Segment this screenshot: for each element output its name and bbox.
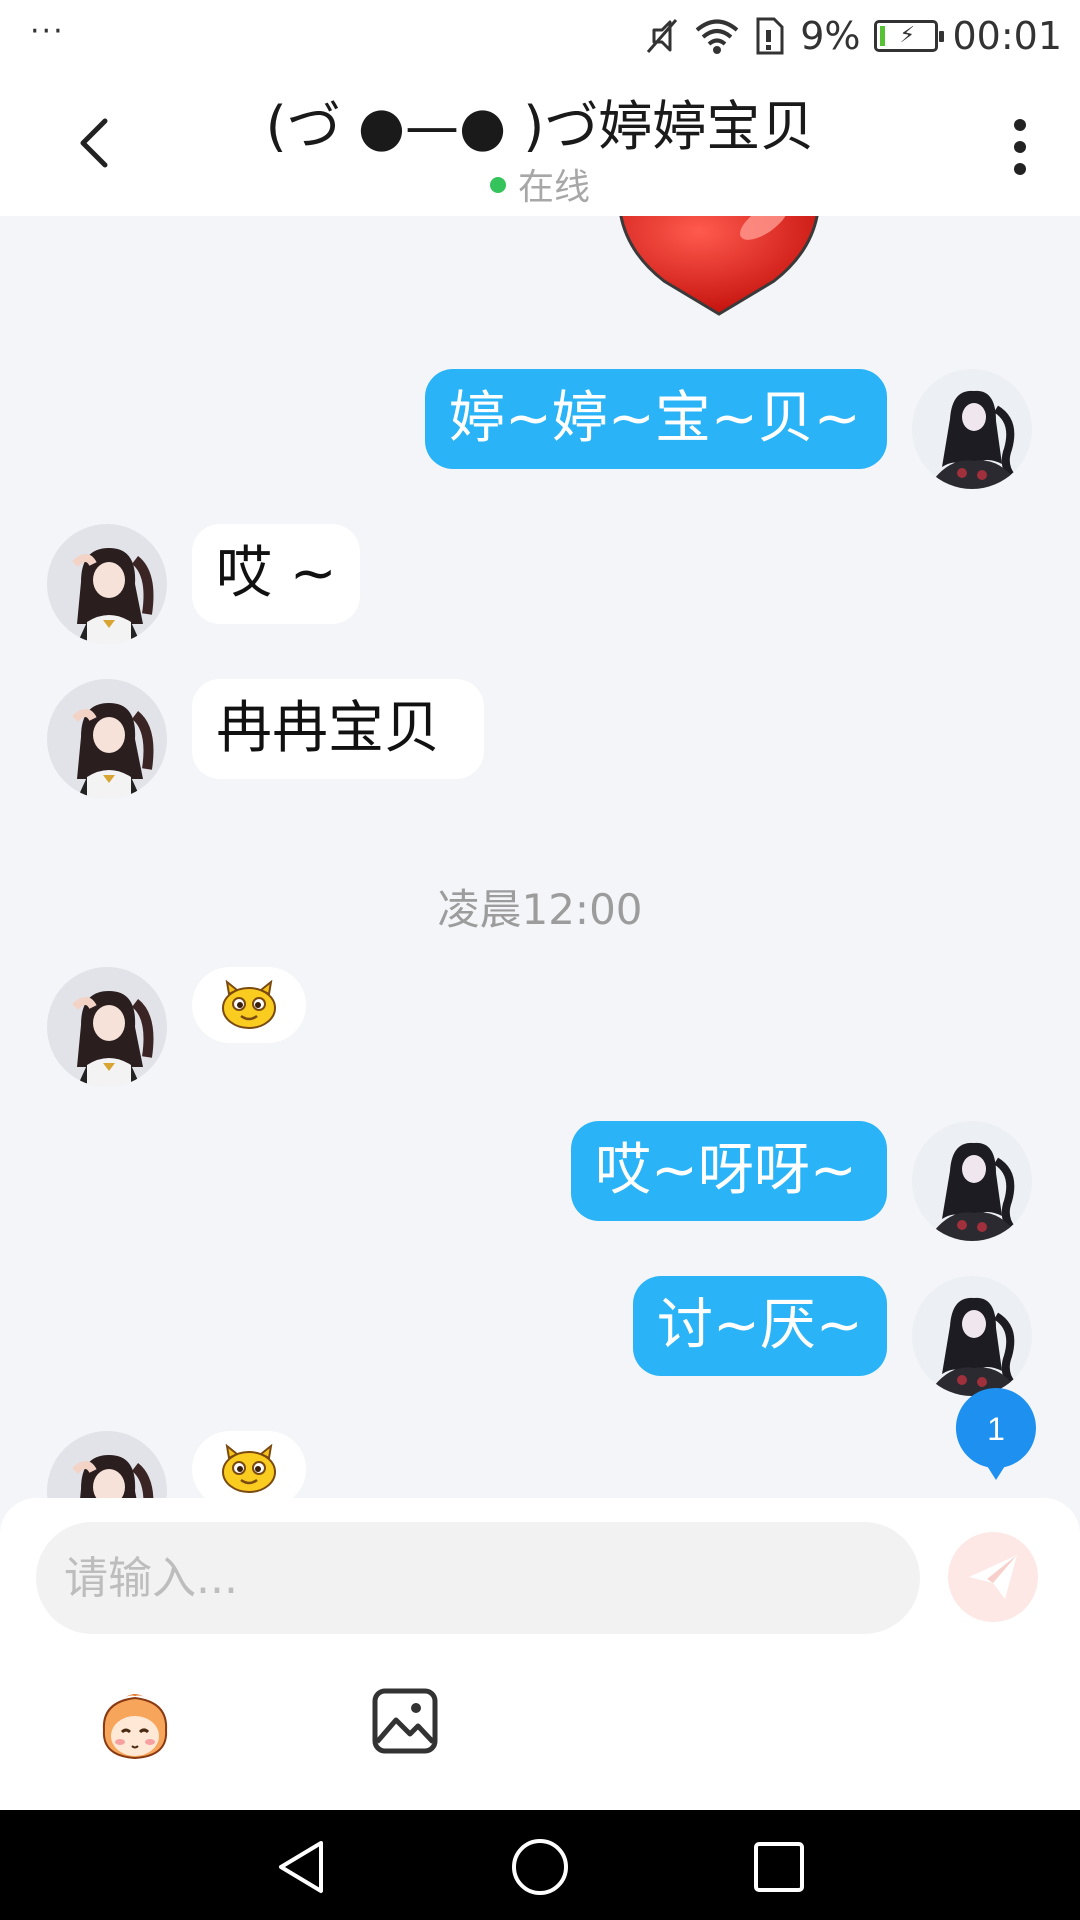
nav-back-icon bbox=[279, 1841, 323, 1893]
send-button[interactable] bbox=[948, 1532, 1038, 1622]
status-time: 00:01 bbox=[952, 14, 1062, 58]
heart-sticker bbox=[619, 216, 819, 316]
contact-avatar[interactable] bbox=[47, 524, 167, 644]
dark-girl-avatar-icon bbox=[934, 390, 1016, 489]
online-status-label: 在线 bbox=[517, 167, 590, 208]
yellow-face-emoji-icon bbox=[222, 1444, 276, 1493]
message-list[interactable]: 婷~婷~宝~贝~ 哎 ~ 冉冉宝贝 凌晨12:00 哎~呀呀~ 讨~厌~ 1 bbox=[0, 216, 1080, 1498]
message-bubble-incoming[interactable]: 哎 ~ bbox=[192, 524, 360, 624]
nav-home-button[interactable] bbox=[505, 1832, 575, 1902]
anime-girl-avatar-icon bbox=[72, 548, 154, 644]
battery-percent: 9% bbox=[800, 14, 861, 58]
anime-girl-avatar-icon bbox=[72, 991, 154, 1087]
emoji-face-icon bbox=[102, 1694, 168, 1760]
unread-badge[interactable]: 1 bbox=[954, 1386, 1038, 1482]
anime-girl-avatar-icon bbox=[72, 1455, 154, 1498]
my-avatar[interactable] bbox=[912, 369, 1032, 489]
nav-recents-icon bbox=[754, 1842, 804, 1892]
nav-home-icon bbox=[512, 1839, 568, 1895]
anime-girl-avatar-icon bbox=[72, 703, 154, 799]
status-bar: ··· 9% ⚡ 00:01 bbox=[0, 0, 1080, 72]
sim-icon bbox=[754, 16, 786, 56]
nav-back-button[interactable] bbox=[266, 1832, 336, 1902]
online-status: 在线 bbox=[0, 158, 1080, 210]
message-bubble-outgoing[interactable]: 婷~婷~宝~贝~ bbox=[425, 369, 887, 469]
status-icons: 9% ⚡ 00:01 bbox=[644, 10, 1062, 62]
contact-avatar[interactable] bbox=[47, 679, 167, 799]
dark-girl-avatar-icon bbox=[934, 1297, 1016, 1396]
mute-icon bbox=[644, 16, 680, 56]
my-avatar[interactable] bbox=[912, 1121, 1032, 1241]
message-bubble-emoji[interactable] bbox=[192, 967, 306, 1043]
emoji-button[interactable] bbox=[92, 1684, 178, 1770]
message-bubble-outgoing[interactable]: 讨~厌~ bbox=[633, 1276, 887, 1376]
notification-dots: ··· bbox=[30, 14, 65, 49]
message-composer bbox=[0, 1498, 1080, 1810]
chat-header: (づ ●—● )づ婷婷宝贝 在线 bbox=[0, 72, 1080, 216]
message-input[interactable] bbox=[36, 1522, 920, 1634]
send-icon bbox=[969, 1555, 1017, 1599]
contact-avatar[interactable] bbox=[47, 967, 167, 1087]
more-vertical-icon bbox=[1014, 119, 1026, 175]
message-bubble-incoming[interactable]: 冉冉宝贝 bbox=[192, 679, 484, 779]
contact-avatar[interactable] bbox=[47, 1431, 167, 1498]
page-title: (づ ●—● )づ婷婷宝贝 bbox=[265, 95, 815, 158]
more-options-button[interactable] bbox=[990, 112, 1050, 182]
online-dot bbox=[489, 177, 506, 193]
dark-girl-avatar-icon bbox=[934, 1142, 1016, 1241]
battery-charging-icon: ⚡ bbox=[874, 20, 945, 52]
message-timestamp: 凌晨12:00 bbox=[437, 885, 643, 934]
nav-recents-button[interactable] bbox=[744, 1832, 814, 1902]
message-bubble-emoji[interactable] bbox=[192, 1431, 306, 1498]
message-bubble-outgoing[interactable]: 哎~呀呀~ bbox=[571, 1121, 887, 1221]
system-nav-bar bbox=[0, 1810, 1080, 1920]
unread-count: 1 bbox=[987, 1411, 1005, 1447]
wifi-icon bbox=[694, 17, 740, 55]
yellow-face-emoji-icon bbox=[222, 980, 276, 1029]
image-picker-button[interactable] bbox=[370, 1686, 440, 1756]
my-avatar[interactable] bbox=[912, 1276, 1032, 1396]
image-icon bbox=[372, 1688, 438, 1754]
